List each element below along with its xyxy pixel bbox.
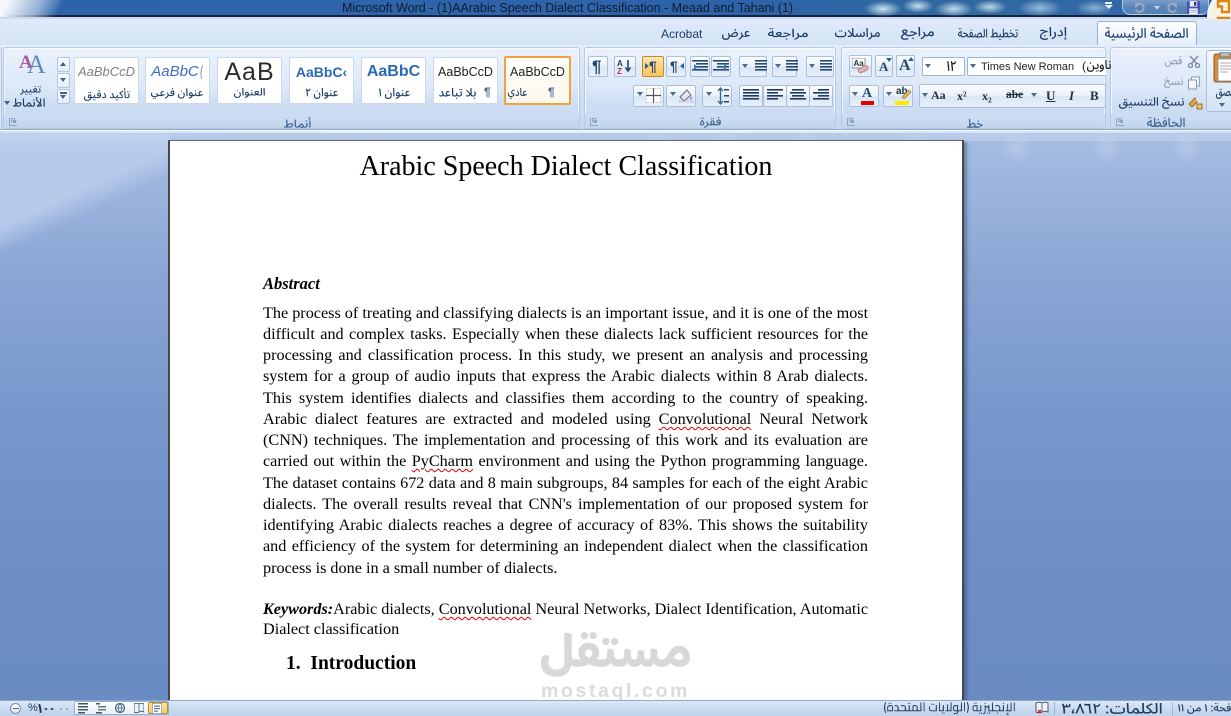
svg-text:Z: Z xyxy=(617,67,622,75)
